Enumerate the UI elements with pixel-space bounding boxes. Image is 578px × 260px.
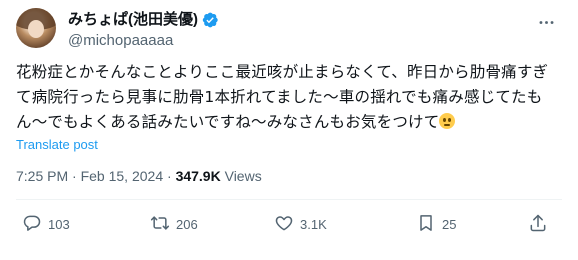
tweet-text: 花粉症とかそんなことよりここ最近咳が止まらなくて、昨日から肋骨痛すぎて病院行った… <box>16 60 556 135</box>
repost-button[interactable]: 206 <box>150 210 198 238</box>
translate-post-link[interactable]: Translate post <box>16 137 98 152</box>
author-names: みちょぱ(池田美優) @michopaaaaa <box>68 10 219 51</box>
bookmark-icon <box>416 213 436 236</box>
reply-button[interactable]: 103 <box>22 210 70 238</box>
meta-separator-2: · <box>167 168 172 184</box>
tweet-date[interactable]: Feb 15, 2024 <box>81 168 164 184</box>
heart-icon <box>274 213 294 236</box>
action-bar: 103 206 3.1K 25 <box>16 210 562 238</box>
avatar[interactable] <box>16 8 56 48</box>
reply-count: 103 <box>48 216 70 232</box>
retweet-icon <box>150 213 170 236</box>
display-name[interactable]: みちょぱ(池田美優) <box>68 10 198 30</box>
repost-count: 206 <box>176 216 198 232</box>
divider <box>16 199 562 200</box>
pleading-face-emoji <box>439 113 456 129</box>
tweet-text-body: 花粉症とかそんなことよりここ最近咳が止まらなくて、昨日から肋骨痛すぎて病院行った… <box>16 63 549 131</box>
share-button[interactable] <box>528 210 548 238</box>
bookmark-button[interactable]: 25 <box>416 210 456 238</box>
views-label: Views <box>224 168 262 184</box>
tweet-time[interactable]: 7:25 PM <box>16 168 68 184</box>
like-button[interactable]: 3.1K <box>274 210 327 238</box>
like-count: 3.1K <box>300 216 327 232</box>
handle[interactable]: @michopaaaaa <box>68 31 219 51</box>
views-count[interactable]: 347.9K <box>176 168 221 184</box>
bookmark-count: 25 <box>442 216 457 232</box>
share-icon <box>528 213 548 236</box>
reply-icon <box>22 213 42 236</box>
tweet-card: みちょぱ(池田美優) @michopaaaaa 花粉症とかそんなことよりここ最近… <box>0 0 578 260</box>
verified-badge-icon <box>201 11 219 29</box>
tweet-meta: 7:25 PM · Feb 15, 2024 · 347.9K Views <box>16 168 262 184</box>
tweet-header: みちょぱ(池田美優) @michopaaaaa <box>16 8 562 52</box>
more-icon[interactable] <box>536 12 556 32</box>
meta-separator: · <box>72 168 77 184</box>
